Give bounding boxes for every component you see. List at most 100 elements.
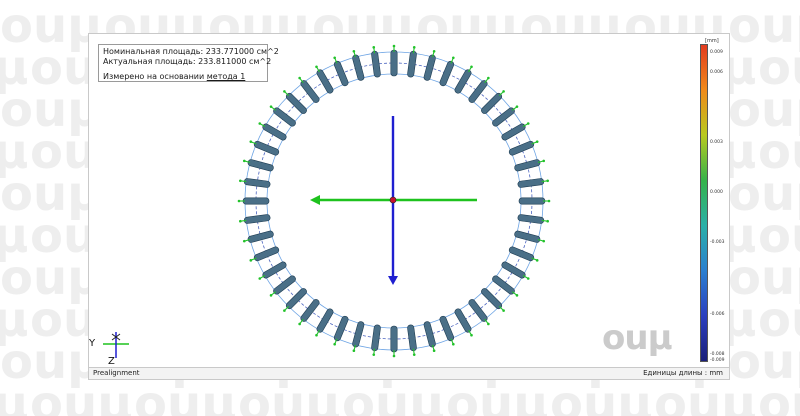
gear-tooth-body <box>492 275 515 295</box>
deviation-arrow-tip <box>315 333 318 337</box>
gear-tooth-body <box>517 178 545 188</box>
deviation-arrow-tip <box>239 219 242 223</box>
gear-tooth-body <box>501 123 526 141</box>
deviation-arrow-tip <box>392 44 396 48</box>
gear-tooth <box>492 275 515 295</box>
watermark-text: ouμ <box>30 376 132 416</box>
gear-tooth-body <box>390 325 398 353</box>
3d-viewport[interactable]: Номинальная площадь: 233.771000 см^2 Акт… <box>88 33 730 380</box>
gear-tooth <box>514 230 541 243</box>
watermark-text: ouμ <box>446 376 548 416</box>
deviation-arrow-tip <box>283 309 286 312</box>
gear-tooth <box>242 197 270 205</box>
gear-tooth-body <box>508 140 535 156</box>
gear-tooth-body <box>247 159 274 172</box>
deviation-arrow-tip <box>333 56 336 60</box>
gear-tooth-body <box>273 275 296 295</box>
gear-tooth <box>508 140 535 156</box>
deviation-arrow-tip <box>487 76 490 80</box>
deviation-arrow-tip <box>269 294 273 297</box>
deviation-arrow-tip <box>542 159 546 163</box>
gear-tooth-body <box>508 246 535 262</box>
gear-tooth-body <box>242 197 270 205</box>
gear-tooth-body <box>517 214 545 224</box>
watermark-text: ouμ <box>238 376 340 416</box>
deviation-arrow-tip <box>502 309 505 312</box>
gear-tooth-body <box>514 230 541 243</box>
color-scale-label: -0.008 <box>710 352 725 357</box>
color-scale-label: 0.000 <box>710 190 723 195</box>
deviation-arrow-tip <box>242 239 246 243</box>
watermark-text: ouμ <box>758 376 800 416</box>
color-scale-label: -0.003 <box>710 240 725 245</box>
gear-tooth <box>262 123 287 141</box>
gear-tooth-body <box>468 299 488 322</box>
deviation-arrow-tip <box>526 122 530 125</box>
method-link[interactable]: метода 1 <box>207 72 246 81</box>
gear-tooth-body <box>501 261 526 279</box>
gear-tooth <box>439 60 455 87</box>
watermark-text: ouμ <box>134 376 236 416</box>
color-scale-bar: [mm] 0.009 0.006 0.003 0.000 -0.003 -0.006 -0.… <box>700 38 729 363</box>
gear-tooth <box>316 69 334 94</box>
gear-tooth-body <box>243 214 271 224</box>
gear-tooth-body <box>316 69 334 94</box>
gear-tooth <box>262 261 287 279</box>
deviation-arrow-tip <box>546 219 549 223</box>
triad-z-label: Z <box>108 356 115 367</box>
watermark-text: ouμ <box>0 376 28 416</box>
deviation-arrow-tip <box>258 122 262 125</box>
deviation-arrow-tip <box>535 259 539 262</box>
deviation-arrow-tip <box>412 353 416 356</box>
gear-tooth-body <box>247 230 274 243</box>
gear-tooth <box>371 324 381 352</box>
triad-y-label: Y <box>89 338 96 349</box>
gear-tooth <box>333 315 349 342</box>
color-scale-gradient <box>700 44 708 362</box>
gear-tooth <box>253 246 280 262</box>
deviation-arrow-tip <box>470 65 473 69</box>
vertical-axis-arrowhead <box>388 276 398 285</box>
gear-tooth <box>300 299 320 322</box>
gear-tooth-body <box>407 50 417 78</box>
gear-tooth <box>316 308 334 333</box>
gear-tooth <box>501 123 526 141</box>
deviation-arrow-tip <box>249 259 253 262</box>
gear-tooth-body <box>492 107 515 127</box>
gear-tooth <box>517 214 545 224</box>
status-bar: Prealignment Единицы длины : mm <box>89 367 729 379</box>
horizontal-axis-arrowhead <box>310 195 320 205</box>
gear-tooth <box>333 60 349 87</box>
gear-tooth <box>371 50 381 78</box>
gear-tooth <box>407 324 417 352</box>
gear-tooth <box>423 54 436 81</box>
deviation-arrow-tip <box>239 179 242 183</box>
gear-tooth-body <box>300 299 320 322</box>
deviation-arrow-tip <box>237 199 241 203</box>
gear-tooth-body <box>514 159 541 172</box>
center-point <box>389 196 397 204</box>
gear-tooth <box>390 325 398 353</box>
gear-tooth <box>247 230 274 243</box>
gear-tooth-body <box>439 315 455 342</box>
deviation-arrow-tip <box>515 294 519 297</box>
gear-tooth <box>390 49 398 77</box>
gear-tooth <box>253 140 280 156</box>
gear-tooth <box>247 159 274 172</box>
deviation-arrow-tip <box>547 199 551 203</box>
gear-tooth <box>501 261 526 279</box>
gear-tooth <box>492 107 515 127</box>
gear-tooth <box>454 308 472 333</box>
watermark-text: ouμ <box>550 376 652 416</box>
gear-tooth <box>517 178 545 188</box>
gear-tooth-body <box>243 178 271 188</box>
nominal-area-text: Номинальная площадь: 233.771000 см^2 <box>103 47 279 56</box>
gear-tooth <box>423 321 436 348</box>
gear-tooth-body <box>423 321 436 348</box>
gear-tooth-body <box>333 60 349 87</box>
deviation-arrow-tip <box>249 140 253 143</box>
gear-tooth <box>407 50 417 78</box>
deviation-arrow-tip <box>269 105 273 108</box>
color-scale-label: -0.006 <box>710 312 725 317</box>
deviation-arrow-tip <box>470 333 473 337</box>
